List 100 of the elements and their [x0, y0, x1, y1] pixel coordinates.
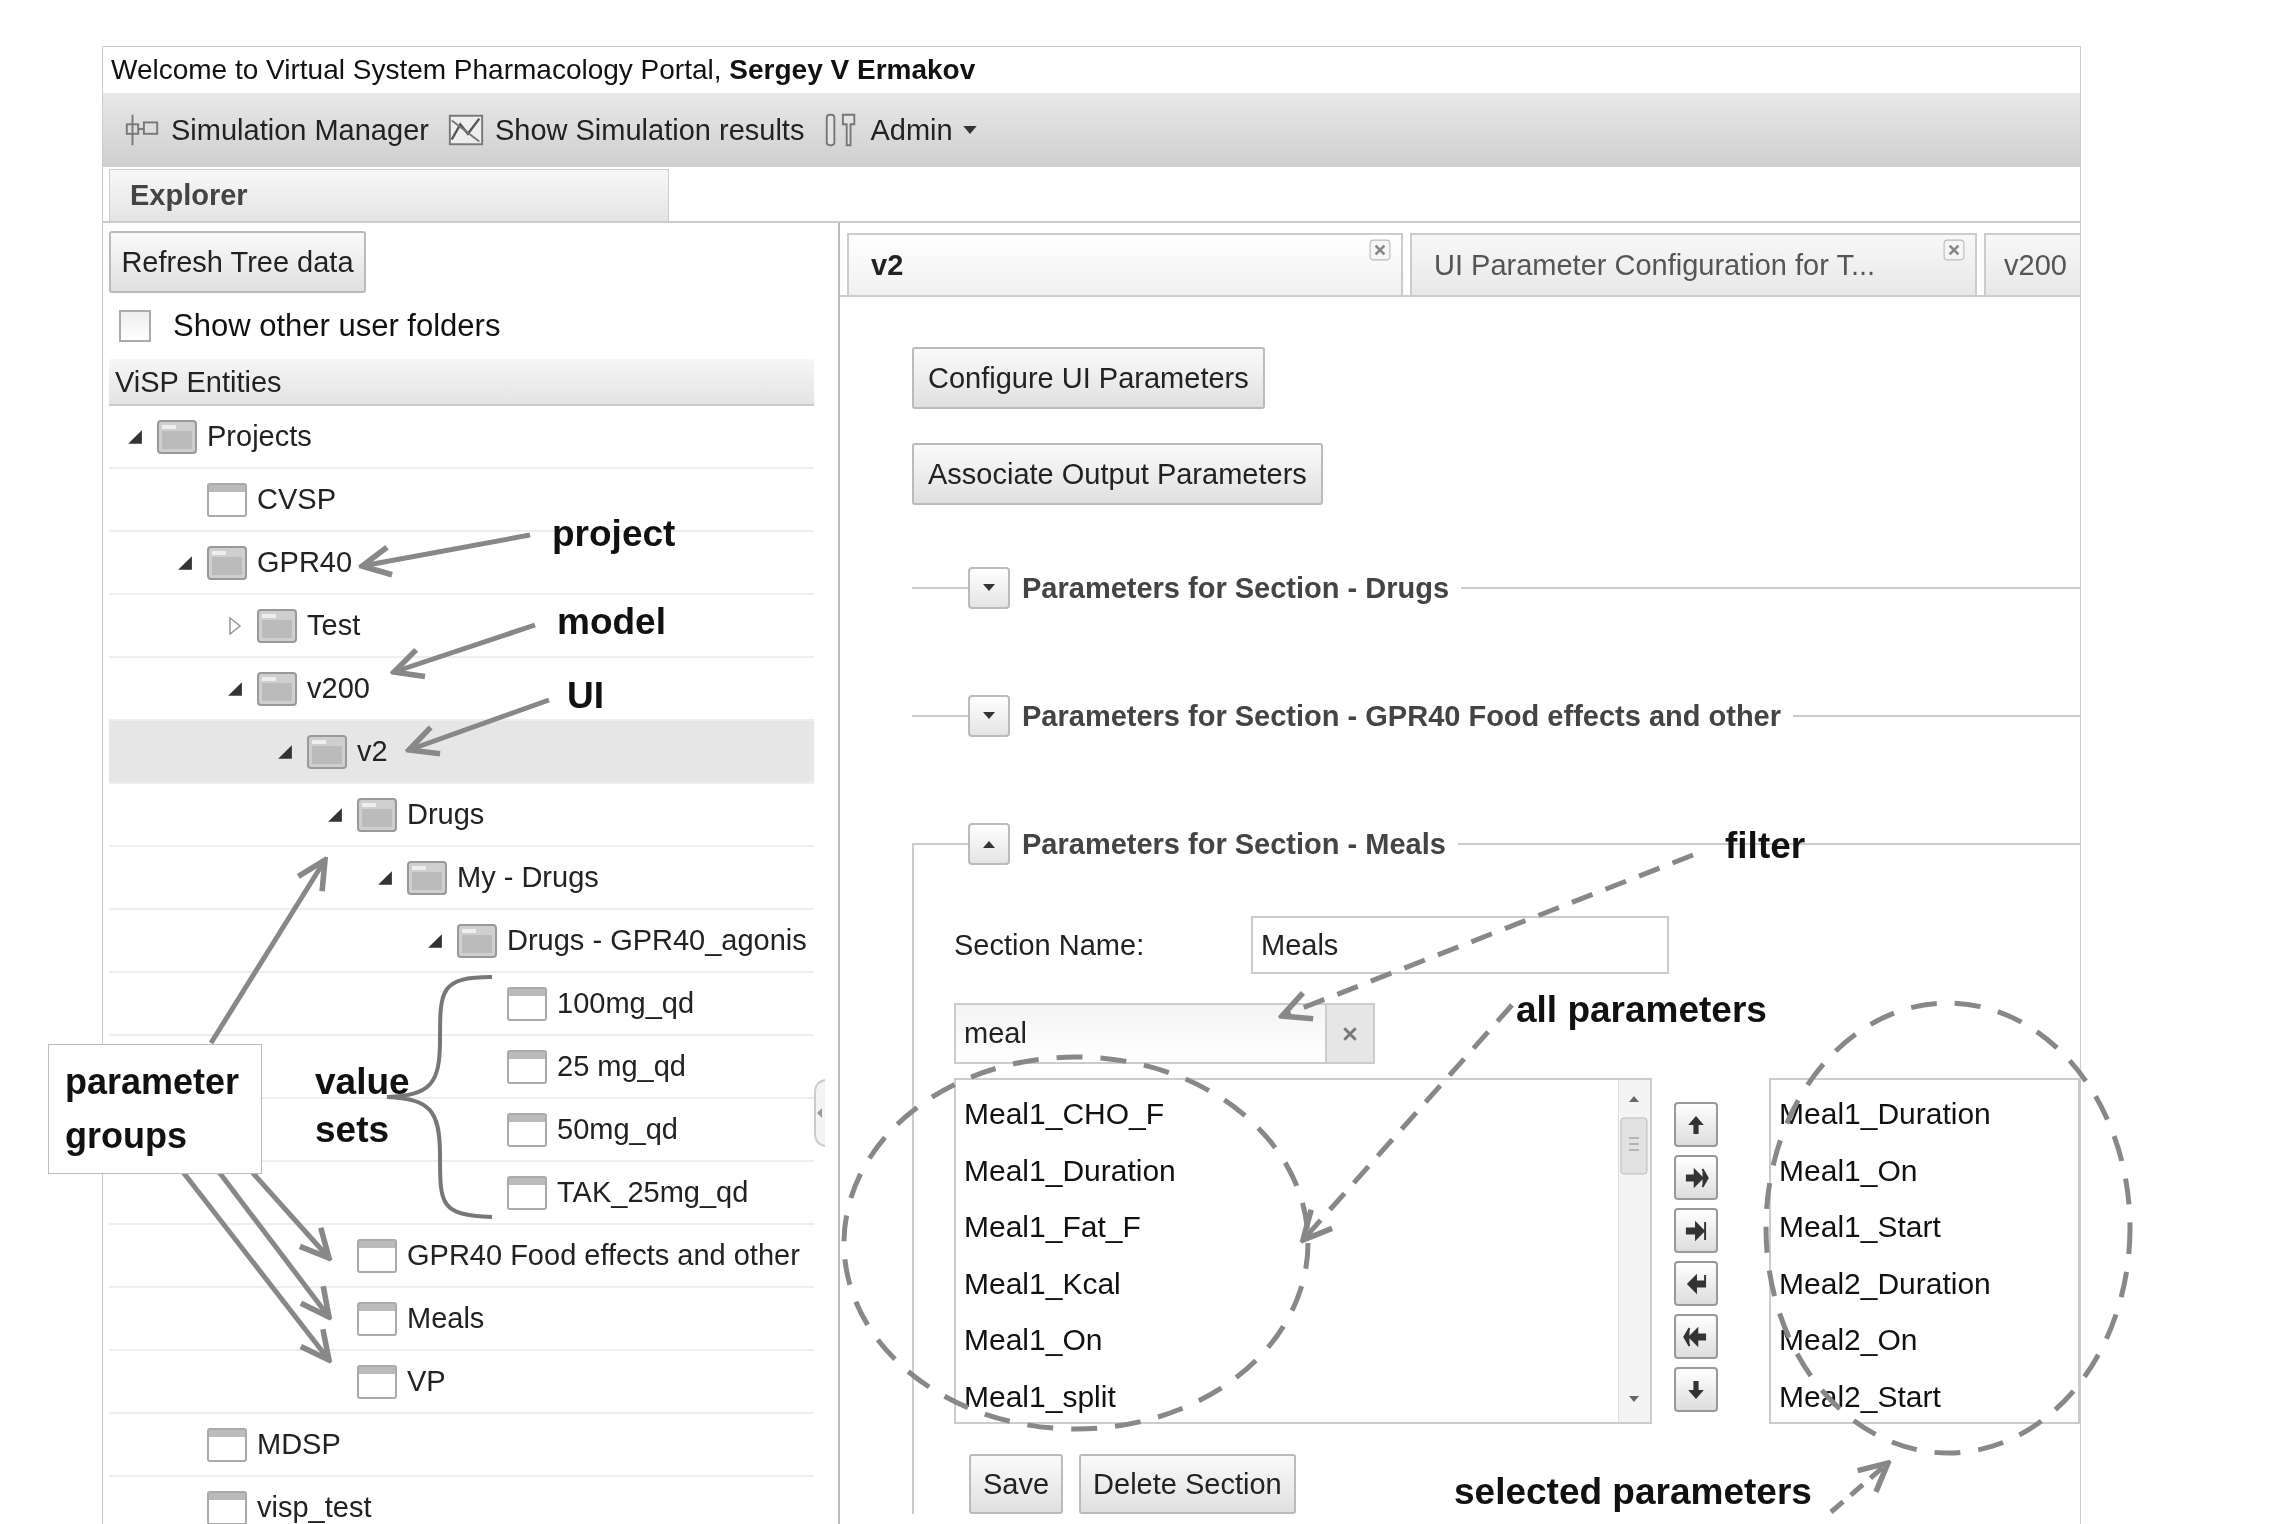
window-icon	[507, 1175, 547, 1210]
window-icon	[357, 1301, 397, 1336]
window-icon	[357, 1238, 397, 1273]
action-button[interactable]: Configure UI Parameters	[912, 347, 1265, 409]
explorer-tab[interactable]: Explorer	[109, 169, 669, 221]
toolbar-menu-button[interactable]: Show Simulation results	[446, 111, 805, 149]
tree-header: ViSP Entities	[109, 359, 814, 406]
filter-field[interactable]: meal	[954, 1003, 1327, 1064]
dashed-arrow	[1829, 1460, 1891, 1514]
tree-item[interactable]: VP	[323, 1364, 446, 1399]
field-label: Section Name:	[954, 928, 1146, 962]
collapse-handle-icon[interactable]	[813, 1078, 827, 1148]
window-icon	[507, 986, 547, 1021]
list-item[interactable]: Meal1_On	[956, 1312, 1618, 1369]
tree-item[interactable]: My - Drugs	[373, 860, 599, 895]
toolbar-menu-button[interactable]: Admin	[822, 111, 977, 149]
tree-item[interactable]: Drugs - GPR40_agonis	[423, 923, 807, 958]
tree-item[interactable]: v200	[223, 671, 370, 706]
document-tab[interactable]: UI Parameter Configuration for T...	[1410, 233, 1977, 295]
section-toggle-button[interactable]	[968, 695, 1010, 737]
tree-item[interactable]: MDSP	[173, 1427, 341, 1462]
list-item[interactable]: Meal2_On	[1771, 1312, 2078, 1369]
document-tab[interactable]: v2	[847, 233, 1403, 295]
section-title: Parameters for Section - Drugs	[1022, 571, 1450, 605]
expanded-toggle-icon[interactable]	[177, 553, 193, 572]
move-all-right-button[interactable]	[1674, 1155, 1719, 1200]
tree-item[interactable]: 100mg_qd	[473, 986, 695, 1021]
tree-item[interactable]: 50mg_qd	[473, 1112, 678, 1147]
move-up-button[interactable]	[1674, 1102, 1719, 1147]
tree-item[interactable]: GPR40	[173, 545, 353, 580]
list-item[interactable]: Meal2_Duration	[1771, 1255, 2078, 1312]
tree-item[interactable]: Test	[223, 608, 361, 643]
section-title: Parameters for Section - Meals	[1022, 827, 1446, 861]
section-toggle-button[interactable]	[968, 823, 1010, 865]
move-down-button[interactable]	[1674, 1367, 1719, 1412]
checkbox-label: Show other user folders	[173, 308, 501, 344]
section-title: Parameters for Section - GPR40 Food effects and other	[1022, 699, 1781, 733]
triangle-up-icon	[982, 839, 996, 849]
tree-item[interactable]: v2	[273, 734, 388, 769]
list-item[interactable]: Meal1_Duration	[956, 1142, 1618, 1199]
window-icon	[357, 1364, 397, 1399]
refresh-tree-button[interactable]: Refresh Tree data	[109, 231, 366, 293]
folder-icon	[257, 671, 297, 706]
tree-item[interactable]: Meals	[323, 1301, 485, 1336]
folder-icon	[257, 608, 297, 643]
expanded-toggle-icon[interactable]	[227, 679, 243, 698]
tree-item[interactable]: 25 mg_qd	[473, 1049, 686, 1084]
clear-icon	[1342, 1025, 1358, 1042]
expanded-toggle-icon[interactable]	[327, 805, 343, 824]
tree-item[interactable]: visp_test	[173, 1490, 372, 1524]
annotation-label: value sets	[315, 1060, 411, 1152]
annotation-label: parameter groups	[48, 1044, 262, 1174]
collapsed-toggle-icon[interactable]	[227, 616, 243, 635]
triangle-down-icon	[982, 583, 996, 593]
tree-item[interactable]: Projects	[123, 419, 312, 454]
clear-button[interactable]	[1327, 1003, 1375, 1064]
section-toggle-button[interactable]	[968, 567, 1010, 609]
list-item[interactable]: Meal1_split	[956, 1368, 1618, 1425]
form-button[interactable]: Save	[969, 1454, 1064, 1514]
folder-icon	[357, 797, 397, 832]
list-item[interactable]: Meal1_Fat_F	[956, 1199, 1618, 1256]
move-all-left-button[interactable]	[1674, 1314, 1719, 1359]
section-name-field[interactable]: Meals	[1251, 916, 1669, 974]
folder-icon	[307, 734, 347, 769]
tree-item[interactable]: TAK_25mg_qd	[473, 1175, 749, 1210]
move-left-button[interactable]	[1674, 1261, 1719, 1306]
scrollbar[interactable]	[1617, 1080, 1650, 1422]
annotation-label: all parameters	[1516, 988, 1767, 1032]
window-icon	[507, 1049, 547, 1084]
list-item[interactable]: Meal2_Start	[1771, 1368, 2078, 1425]
expanded-toggle-icon[interactable]	[427, 931, 443, 950]
list-item[interactable]: Meal1_On	[1771, 1142, 2078, 1199]
list-item[interactable]: Meal1_Duration	[1771, 1086, 2078, 1143]
annotation-label: UI	[567, 674, 604, 718]
expanded-toggle-icon[interactable]	[127, 427, 143, 446]
triangle-down-icon	[982, 711, 996, 721]
tree-item[interactable]: GPR40 Food effects and other	[323, 1238, 800, 1273]
folder-icon	[457, 923, 497, 958]
expanded-toggle-icon[interactable]	[377, 868, 393, 887]
move-right-button[interactable]	[1674, 1208, 1719, 1253]
document-tab[interactable]: v200	[1984, 233, 2080, 295]
folder-icon	[407, 860, 447, 895]
close-icon[interactable]	[1943, 239, 1965, 261]
checkbox[interactable]	[119, 310, 151, 342]
window-icon	[507, 1112, 547, 1147]
window-icon	[207, 482, 247, 517]
annotation-label: project	[552, 512, 676, 556]
folder-icon	[207, 545, 247, 580]
list-item[interactable]: Meal1_Kcal	[956, 1255, 1618, 1312]
list-item[interactable]: Meal1_CHO_F	[956, 1086, 1618, 1143]
tree-item[interactable]: CVSP	[173, 482, 336, 517]
list-item[interactable]: Meal1_Start	[1771, 1199, 2078, 1256]
form-button[interactable]: Delete Section	[1079, 1454, 1296, 1514]
toolbar-menu-button[interactable]: Simulation Manager	[123, 111, 429, 149]
close-icon[interactable]	[1369, 239, 1391, 261]
annotation-label: selected parameters	[1454, 1470, 1812, 1514]
tree-item[interactable]: Drugs	[323, 797, 485, 832]
welcome-text: Welcome to Virtual System Pharmacology Portal, Sergey V Ermakov	[110, 53, 977, 87]
action-button[interactable]: Associate Output Parameters	[912, 443, 1323, 505]
expanded-toggle-icon[interactable]	[277, 742, 293, 761]
